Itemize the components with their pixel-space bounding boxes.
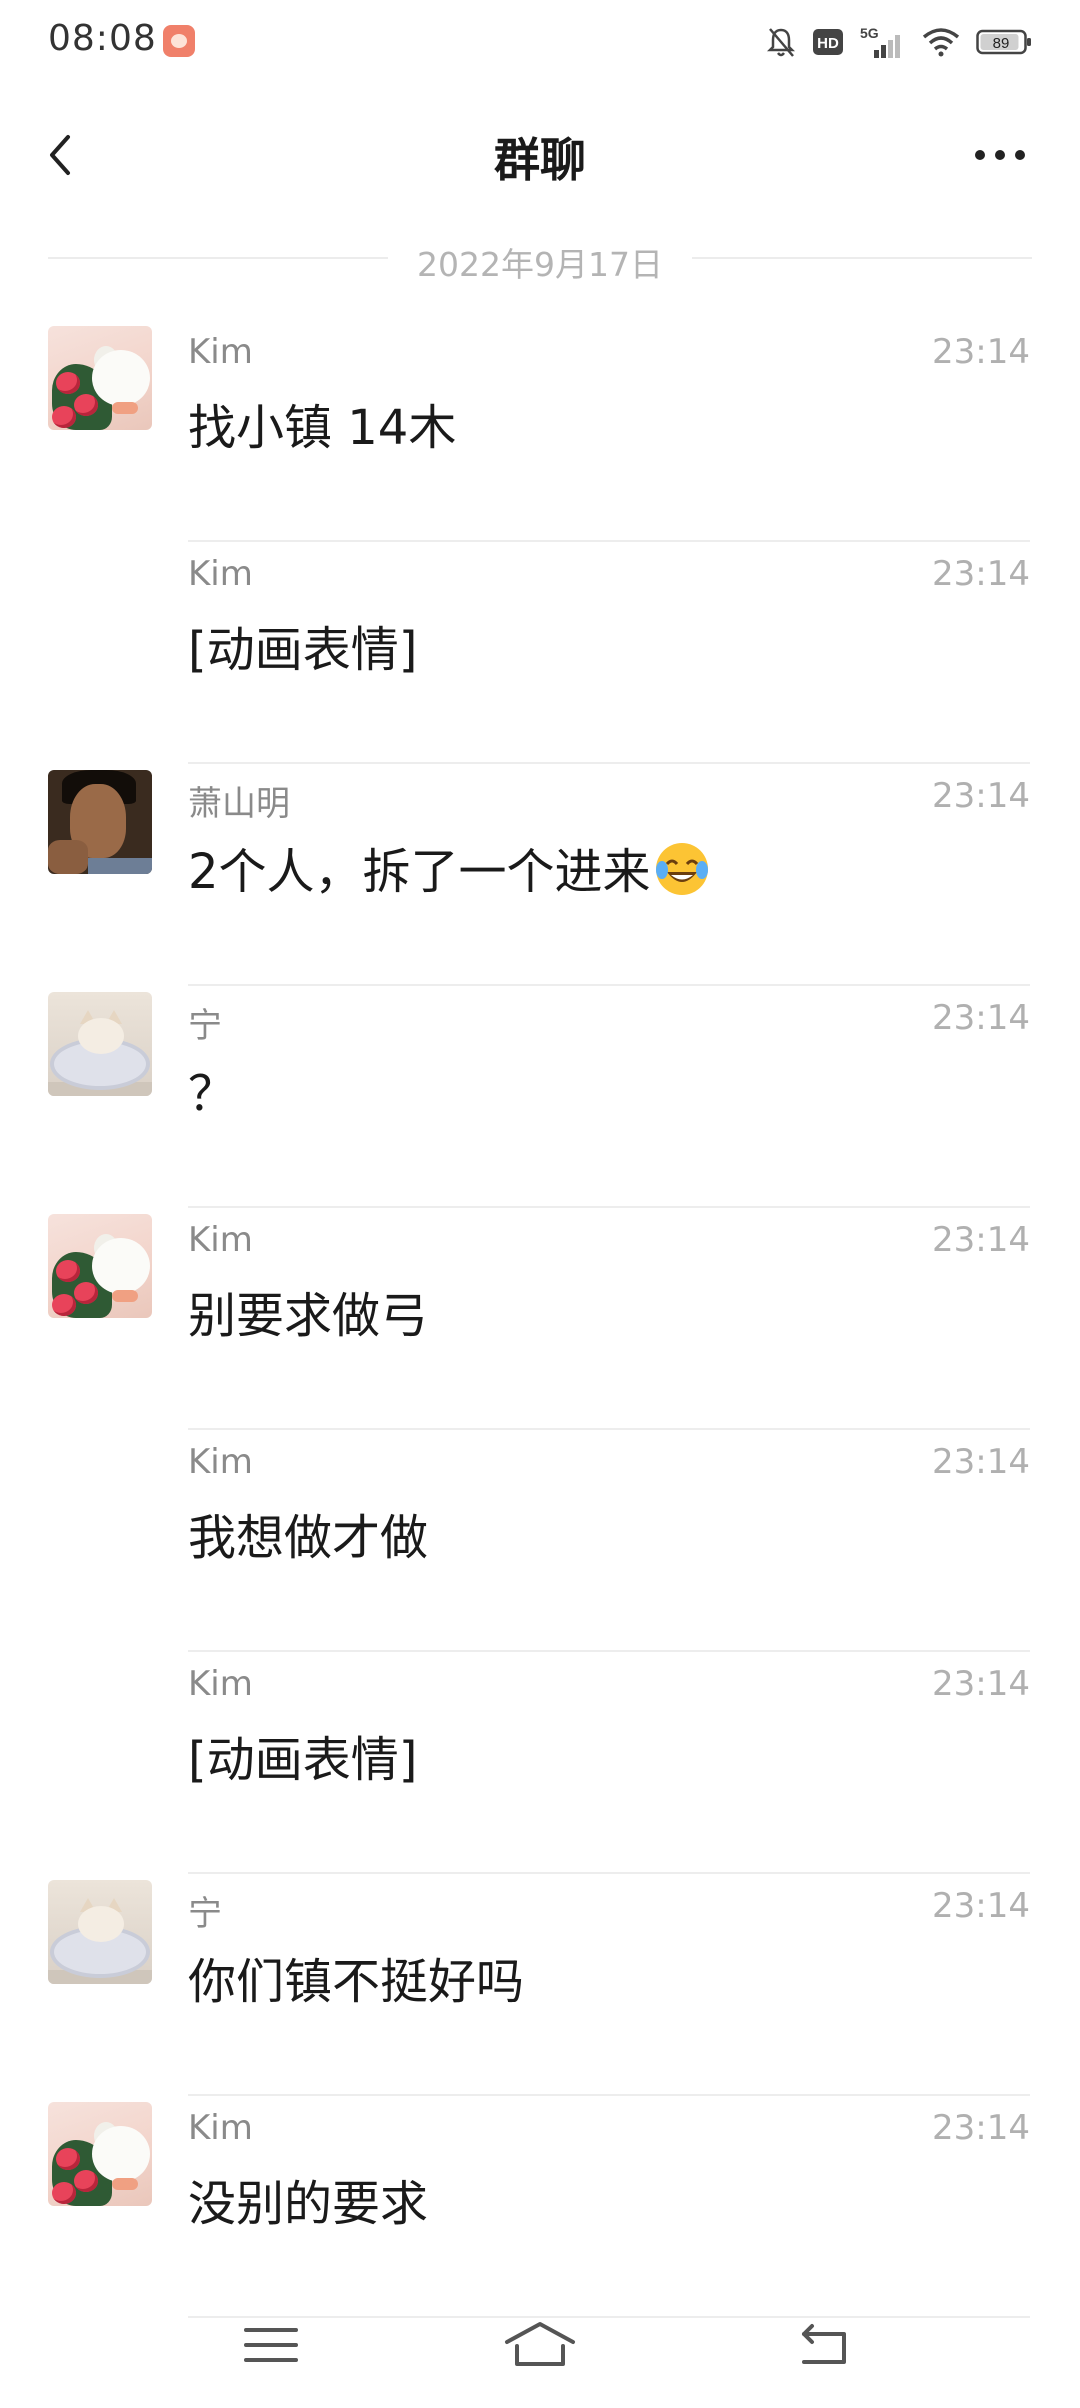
date-divider: 2022年9月17日 [48,236,1032,284]
hd-icon: HD [813,29,843,55]
status-time: 08:08 [48,18,157,59]
nav-bar: 群聊 [0,110,1080,200]
message-item[interactable]: 萧山明 23:14 2个人，拆了一个进来 [0,764,1080,986]
sender-name: Kim [188,2108,253,2148]
back-arrow-icon [802,2324,846,2364]
date-divider-text: 2022年9月17日 [417,245,663,284]
system-back-button[interactable] [780,2300,870,2390]
sender-name: Kim [188,1220,253,1260]
avatar[interactable] [48,2102,152,2206]
message-text[interactable]: 你们镇不挺好吗 [188,1942,524,2012]
battery-icon: 89 [976,29,1031,55]
avatar[interactable] [48,1214,152,1318]
home-button[interactable] [495,2300,585,2390]
date-divider-line [692,257,1032,259]
hd-label: HD [817,35,839,52]
app-notification-icon [163,25,195,57]
mute-bell-icon [766,28,796,57]
message-item[interactable]: 宁 23:14 ？ [0,986,1080,1208]
message-text[interactable]: 找小镇 14木 [188,388,456,458]
battery-level: 89 [993,35,1010,52]
message-item[interactable]: Kim 23:14 [动画表情] [0,1652,1080,1874]
message-time: 23:14 [932,776,1030,816]
message-text-container[interactable]: 2个人，拆了一个进来 [188,832,711,902]
avatar[interactable] [48,992,152,1096]
status-icons: HD 5G 89 [766,22,1032,62]
message-time: 23:14 [932,998,1030,1038]
sender-name: Kim [188,332,253,372]
message-text[interactable]: 别要求做弓 [188,1276,428,1346]
menu-button[interactable] [226,2300,316,2390]
message-item[interactable]: Kim 23:14 别要求做弓 [0,1208,1080,1430]
message-list[interactable]: Kim 23:14 找小镇 14木 Kim 23:14 [动画表情] 萧山明 2… [0,320,1080,2318]
message-time: 23:14 [932,2108,1030,2148]
sender-name: Kim [188,1664,253,1704]
status-bar: 08:08 HD 5G 89 [0,0,1080,84]
5g-signal-icon: 5G [860,25,900,58]
message-time: 23:14 [932,1664,1030,1704]
message-item[interactable]: Kim 23:14 我想做才做 [0,1430,1080,1652]
avatar[interactable] [48,770,152,874]
more-options-button[interactable] [960,120,1040,190]
sender-name: 宁 [188,1006,222,1046]
avatar[interactable] [48,1880,152,1984]
page-title: 群聊 [494,133,586,187]
message-text[interactable]: [动画表情] [188,1720,417,1790]
message-time: 23:14 [932,332,1030,372]
message-text[interactable]: ？ [188,1054,236,1124]
wifi-icon [922,28,960,57]
message-time: 23:14 [932,1886,1030,1926]
sender-name: Kim [188,1442,253,1482]
home-icon [505,2322,575,2366]
message-time: 23:14 [932,1220,1030,1260]
message-item[interactable]: 宁 23:14 你们镇不挺好吗 [0,1874,1080,2096]
menu-lines-icon [244,2328,298,2362]
laughing-crying-emoji-icon [655,843,708,895]
message-item[interactable]: Kim 23:14 [动画表情] [0,542,1080,764]
message-text: 2个人，拆了一个进来 [188,844,651,900]
message-text[interactable]: 没别的要求 [188,2164,428,2234]
sender-name: 宁 [188,1894,222,1934]
system-nav-bar [0,2280,1080,2408]
more-dots-icon [975,150,1025,160]
network-label: 5G [860,25,879,41]
message-time: 23:14 [932,554,1030,594]
message-text[interactable]: [动画表情] [188,610,417,680]
message-text[interactable]: 我想做才做 [188,1498,428,1568]
avatar[interactable] [48,326,152,430]
sender-name: Kim [188,554,253,594]
message-item[interactable]: Kim 23:14 找小镇 14木 [0,320,1080,542]
message-time: 23:14 [932,1442,1030,1482]
sender-name: 萧山明 [188,784,290,824]
